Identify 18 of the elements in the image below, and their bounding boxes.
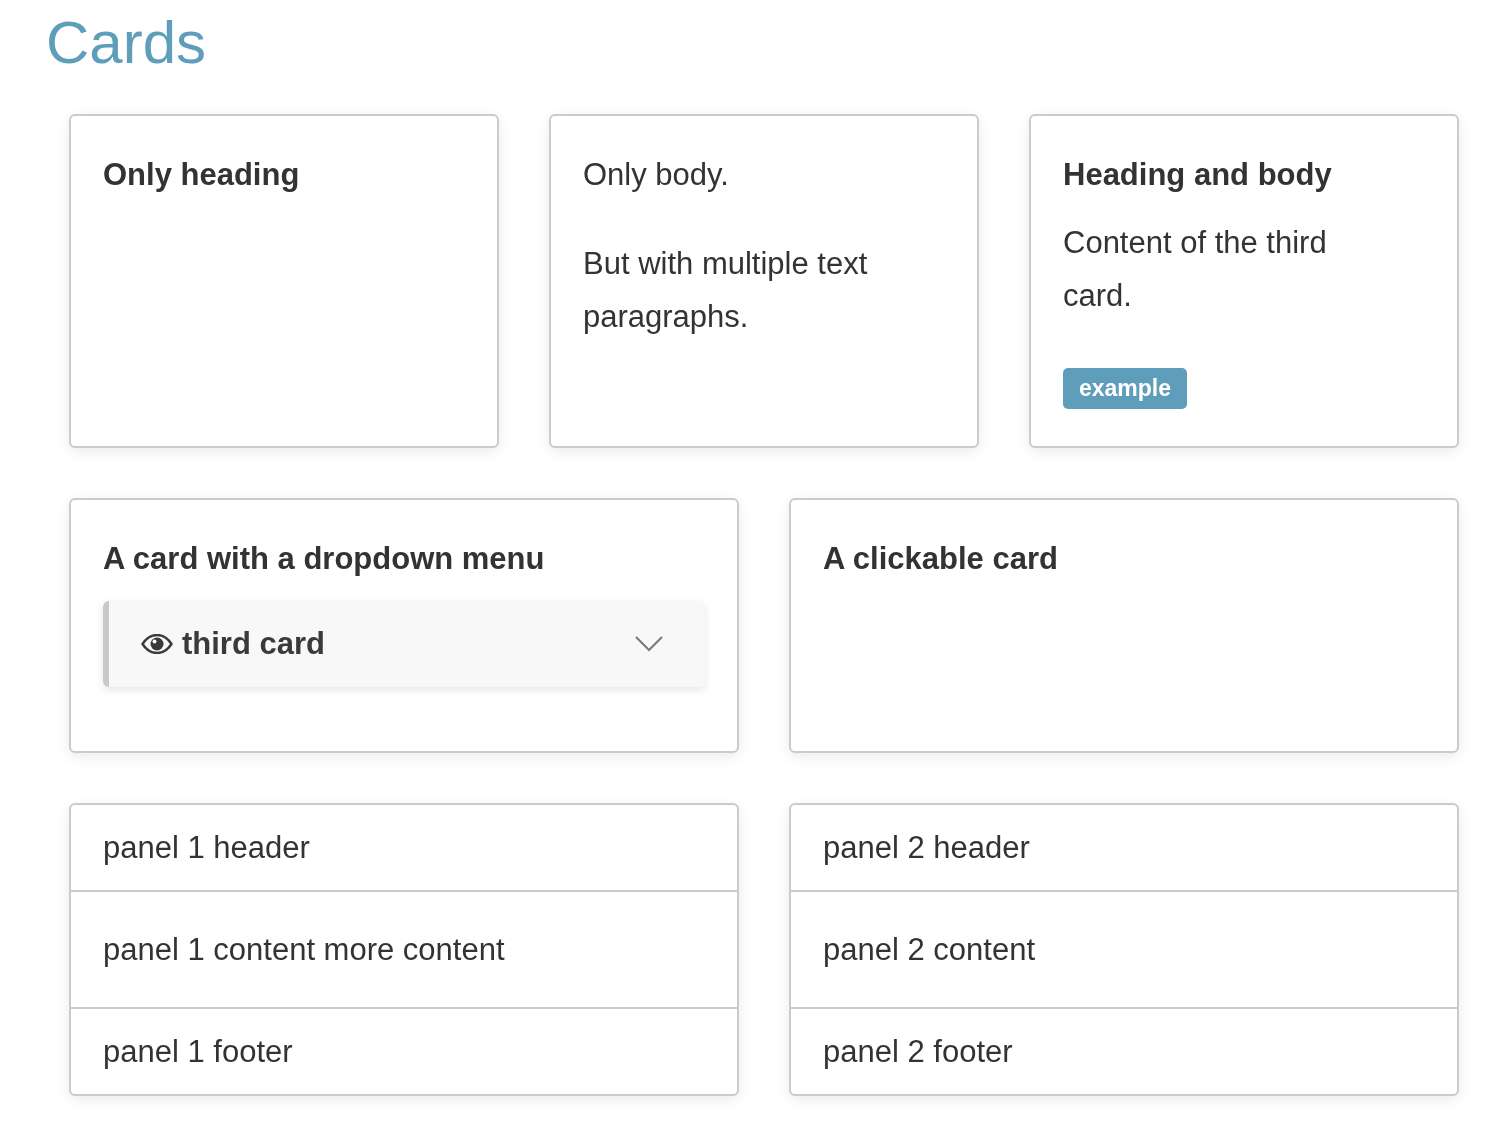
card-text: Content of the third card. <box>1063 224 1328 315</box>
card-heading: A card with a dropdown menu <box>103 540 545 578</box>
card-heading: Heading and body <box>1063 156 1332 194</box>
chevron-down-icon <box>635 636 663 652</box>
card-text: Only body. <box>583 156 730 194</box>
card-heading: Only heading <box>103 156 300 194</box>
panel-footer: panel 2 footer <box>823 1031 1013 1072</box>
panel-header: panel 2 header <box>823 828 1030 867</box>
card-text: But with multiple text paragraphs. <box>583 245 869 336</box>
panel-content: panel 1 content more content <box>103 930 505 969</box>
dropdown[interactable]: third card <box>103 601 705 687</box>
panel-footer: panel 1 footer <box>103 1031 293 1072</box>
panel-content: panel 2 content <box>823 930 1035 969</box>
panel-header: panel 1 header <box>103 828 310 867</box>
tag: example <box>1063 368 1188 409</box>
page-title: Cards <box>46 8 207 78</box>
eye-icon <box>141 634 173 654</box>
card-heading: A clickable card <box>823 540 1058 578</box>
